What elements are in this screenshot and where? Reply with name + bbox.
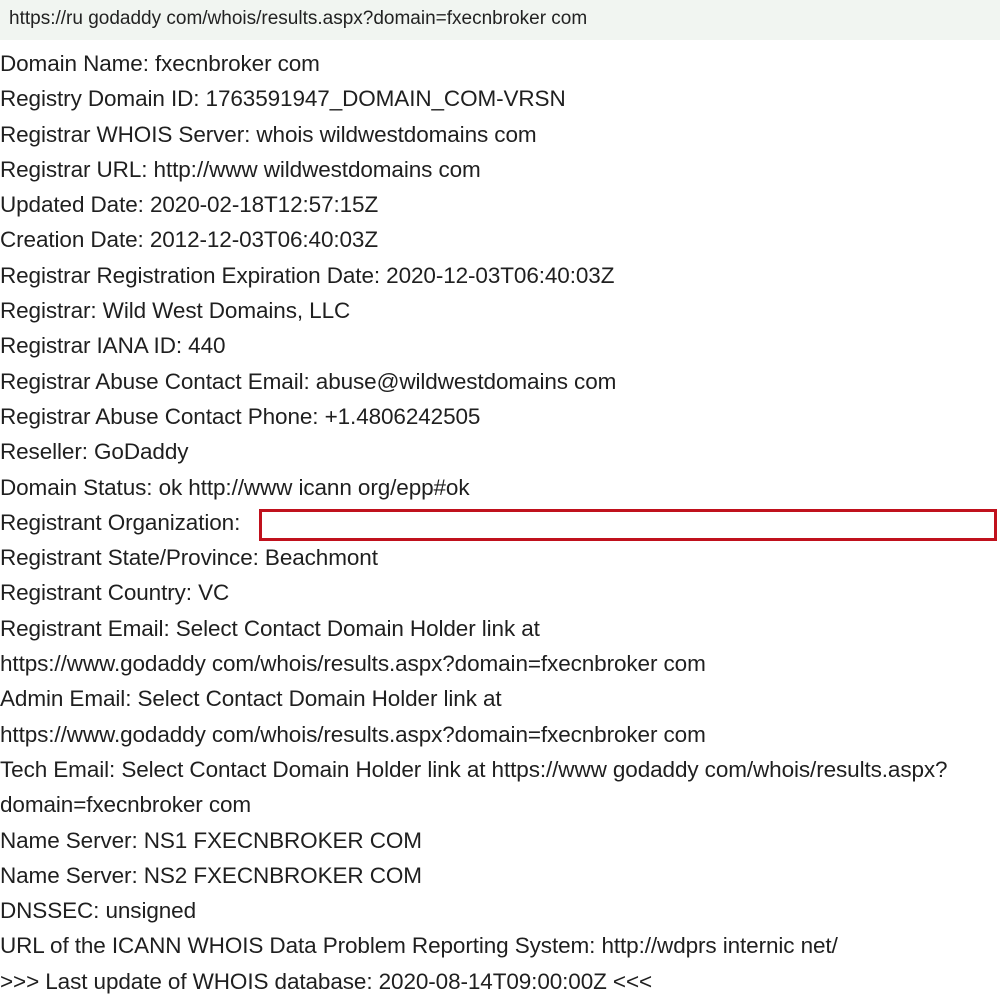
whois-line-dnssec: DNSSEC: unsigned xyxy=(0,898,197,924)
redaction-box xyxy=(259,509,997,541)
whois-line-updated-date: Updated Date: 2020-02-18T12:57:15Z xyxy=(0,192,379,218)
whois-line-registry-domain-id: Registry Domain ID: 1763591947_DOMAIN_CO… xyxy=(0,86,566,112)
whois-line-registrant-email-url: https://www.godaddy com/whois/results.as… xyxy=(0,651,706,677)
whois-line-tech-email-continued: domain=fxecnbroker com xyxy=(0,792,252,818)
whois-line-registrant-email: Registrant Email: Select Contact Domain … xyxy=(0,615,540,641)
whois-line-icann-reporting-url: URL of the ICANN WHOIS Data Problem Repo… xyxy=(0,933,838,959)
whois-line-reseller: Reseller: GoDaddy xyxy=(0,439,189,465)
address-bar[interactable]: https://ru godaddy com/whois/results.asp… xyxy=(0,0,1000,40)
whois-line-name-server-2: Name Server: NS2 FXECNBROKER COM xyxy=(0,862,422,888)
whois-line-registrar-whois-server: Registrar WHOIS Server: whois wildwestdo… xyxy=(0,121,537,147)
whois-line-abuse-phone: Registrar Abuse Contact Phone: +1.480624… xyxy=(0,403,481,429)
whois-line-admin-email: Admin Email: Select Contact Domain Holde… xyxy=(0,686,502,712)
address-bar-url[interactable]: https://ru godaddy com/whois/results.asp… xyxy=(9,8,587,29)
whois-line-name-server-1: Name Server: NS1 FXECNBROKER COM xyxy=(0,827,422,853)
whois-line-registrar-url: Registrar URL: http://www wildwestdomain… xyxy=(0,156,481,182)
whois-line-last-update: >>> Last update of WHOIS database: 2020-… xyxy=(0,968,653,994)
whois-line-registrar-iana-id: Registrar IANA ID: 440 xyxy=(0,333,226,359)
whois-line-domain-name: Domain Name: fxecnbroker com xyxy=(0,51,320,76)
whois-line-admin-email-url: https://www.godaddy com/whois/results.as… xyxy=(0,721,706,747)
whois-line-expiration-date: Registrar Registration Expiration Date: … xyxy=(0,262,615,288)
whois-line-tech-email: Tech Email: Select Contact Domain Holder… xyxy=(0,756,948,782)
whois-line-creation-date: Creation Date: 2012-12-03T06:40:03Z xyxy=(0,227,378,253)
whois-line-registrant-state: Registrant State/Province: Beachmont xyxy=(0,545,378,571)
whois-line-registrar: Registrar: Wild West Domains, LLC xyxy=(0,298,351,324)
whois-line-domain-status: Domain Status: ok http://www icann org/e… xyxy=(0,474,470,500)
whois-line-abuse-email: Registrar Abuse Contact Email: abuse@wil… xyxy=(0,368,617,394)
whois-line-registrant-country: Registrant Country: VC xyxy=(0,580,230,606)
